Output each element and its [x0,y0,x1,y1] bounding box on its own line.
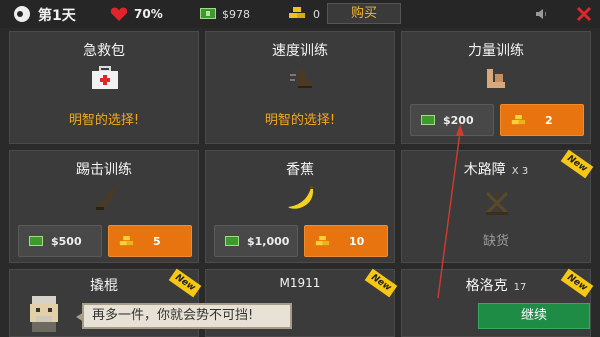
gold-bars-icon [315,236,330,246]
cash-icon [421,115,435,125]
speech-bubble: 再多一件，你就会势不可挡! [76,303,292,329]
day-label: 第1天 [38,8,76,24]
shop-card-first-aid[interactable]: 急救包 明智的选择! [9,31,199,144]
cash-value: $978 [222,8,250,21]
cash-icon [200,8,216,19]
gold-price: 5 [153,235,161,248]
gold-bars-icon [119,236,134,246]
barricade-icon [485,188,509,215]
gold-price: 10 [349,235,365,248]
continue-button[interactable]: 继续 [478,303,590,329]
card-tagline: 明智的选择! [68,113,140,128]
flexed-arm-icon [487,69,505,88]
shop-card-speed-training[interactable]: 速度训练 明智的选择! [205,31,395,144]
top-bar: 第1天 70% $978 0 购买 [0,0,600,28]
banana-icon [288,186,314,209]
cash-price-button[interactable]: $200 [410,104,494,136]
cash-price-button[interactable]: $500 [18,225,102,257]
shop-card-wooden-barricade: 木路障 X 3 缺货 New [401,149,594,263]
card-title: 力量训练 [468,43,524,59]
gold-value: 0 [313,8,320,21]
character-avatar [30,296,58,332]
card-title: 香蕉 [286,162,314,178]
card-title: 速度训练 [272,43,328,59]
cash-price: $200 [443,114,474,127]
shop-card-strength-training[interactable]: 力量训练 $200 2 [401,31,591,144]
gold-bars-icon [289,7,305,18]
cash-price-button[interactable]: $1,000 [214,225,298,257]
card-tagline: 明智的选择! [264,113,336,128]
kick-leg-icon [96,188,117,210]
item-quantity: X 3 [511,166,529,177]
new-badge: New [364,268,398,298]
cash-icon [29,236,43,246]
cash-price: $1,000 [247,235,290,248]
buy-button[interactable]: 购买 [327,3,401,24]
card-title: 急救包 [83,43,125,59]
day-icon [14,6,30,22]
card-title: 踢击训练 [76,162,132,178]
heart-icon [110,7,128,21]
close-icon[interactable] [576,6,592,22]
health-value: 70% [134,7,163,21]
out-of-stock-label: 缺货 [482,234,509,249]
gold-price-button[interactable]: 10 [304,225,388,257]
shop-card-banana[interactable]: 香蕉 $1,000 10 [205,150,395,263]
boot-icon [290,70,312,88]
gold-price: 2 [545,114,553,127]
shop-card-kick-training[interactable]: 踢击训练 $500 5 [9,150,199,263]
gold-price-button[interactable]: 2 [500,104,584,136]
gold-bars-icon [511,115,526,125]
item-name: 格洛克 [465,278,508,294]
gold-price-button[interactable]: 5 [108,225,192,257]
cash-icon [225,236,239,246]
item-model: 17 [513,282,527,293]
speaker-icon[interactable] [535,8,549,20]
cash-price: $500 [51,235,82,248]
first-aid-kit-icon [92,66,118,89]
item-name: 木路障 [463,162,506,178]
